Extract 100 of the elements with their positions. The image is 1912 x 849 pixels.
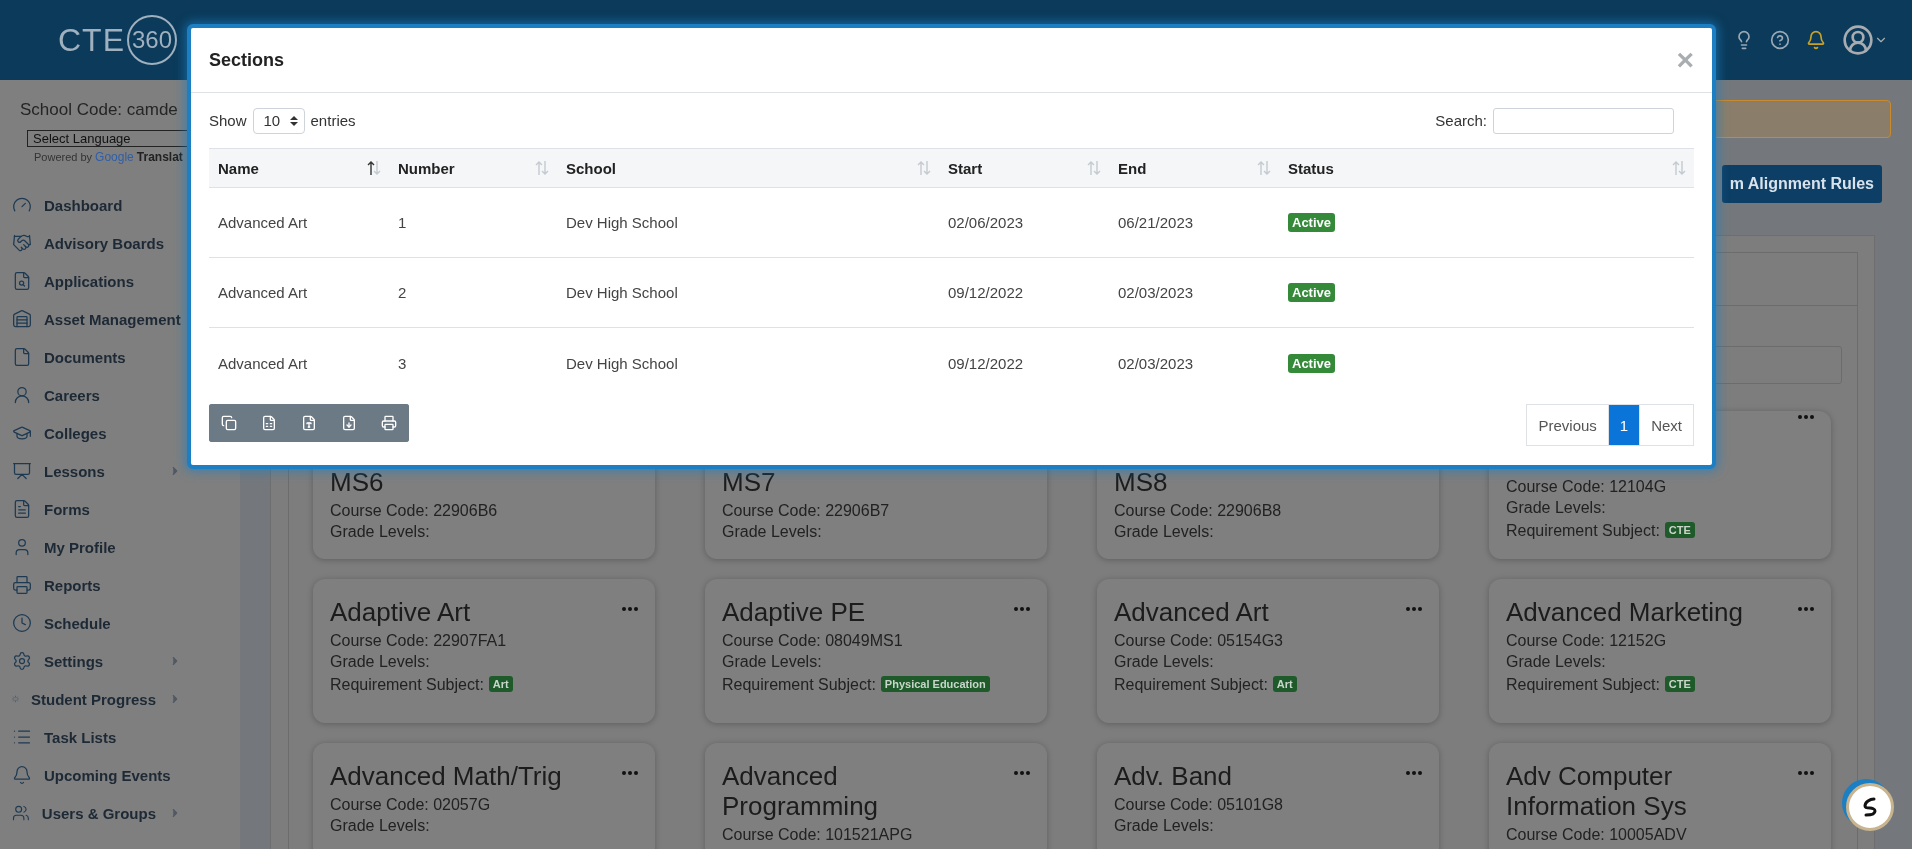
course-code: Course Code: 10005ADV — [1506, 825, 1688, 845]
more-button[interactable] — [622, 771, 638, 775]
notifications-button[interactable] — [1806, 30, 1826, 50]
grade-levels: Grade Levels: — [1114, 816, 1215, 836]
column-header[interactable]: School — [557, 149, 939, 187]
requirement-label: Requirement Subject: — [1114, 674, 1268, 695]
help-widget-button[interactable] — [1846, 783, 1894, 831]
table-cell: 3 — [398, 354, 407, 372]
spreadsheet-icon — [261, 415, 277, 431]
column-header[interactable]: Number — [389, 149, 557, 187]
grade-levels: Grade Levels: — [1114, 652, 1215, 672]
grade-levels: Grade Levels: — [1506, 498, 1607, 518]
course-title: MS7 — [722, 467, 776, 497]
table-cell: 02/06/2023 — [948, 214, 1024, 231]
logo-text: CTE — [58, 21, 125, 59]
translate-link[interactable]: Translat — [136, 150, 183, 164]
grade-levels: Grade Levels: — [722, 522, 823, 542]
help-button[interactable] — [1770, 30, 1790, 50]
nav-item[interactable]: Asset Management — [0, 300, 240, 338]
next-button[interactable]: Next — [1639, 404, 1694, 446]
nav-item[interactable]: Lessons — [0, 452, 240, 490]
form-icon — [12, 499, 32, 519]
course-title: Adaptive PE — [722, 597, 866, 627]
status-tag: Active — [1288, 213, 1336, 232]
previous-button[interactable]: Previous — [1526, 404, 1609, 446]
course-title: Advanced Art — [1114, 597, 1269, 627]
more-button[interactable] — [1406, 607, 1422, 611]
copy-icon — [221, 415, 237, 431]
alignment-rules-button[interactable]: m Alignment Rules — [1721, 165, 1882, 203]
course-title: MS6 — [330, 467, 384, 497]
course-title: Advanced Programming — [722, 761, 880, 821]
table-cell: 09/12/2022 — [948, 284, 1024, 301]
status-tag: Active — [1288, 283, 1336, 302]
course-title: Adv Computer Information Sys — [1506, 761, 1688, 821]
close-button[interactable]: × — [1676, 45, 1694, 75]
course-title: MS8 — [1114, 467, 1168, 497]
more-button[interactable] — [1798, 771, 1814, 775]
bell-icon — [1806, 30, 1826, 50]
google-text: Google — [95, 150, 134, 164]
search-field[interactable] — [1493, 107, 1674, 134]
presentation-icon — [12, 461, 32, 481]
subject-tag: CTE — [1664, 676, 1695, 692]
status-tag: Active — [1288, 353, 1336, 373]
course-title: Advanced Marketing — [1506, 597, 1744, 627]
more-icon — [622, 607, 638, 611]
nav-item[interactable]: Settings — [0, 642, 240, 680]
nav-item[interactable]: Student Progress — [0, 680, 240, 718]
course-title: Adv. Band — [1114, 761, 1233, 791]
dialog-title: Sections — [209, 49, 285, 71]
nav-item[interactable]: Users & Groups — [0, 794, 240, 832]
more-button[interactable] — [1798, 415, 1814, 419]
account-button[interactable] — [1842, 24, 1888, 56]
more-button[interactable] — [1014, 607, 1030, 611]
person-icon — [12, 385, 32, 405]
nav-item[interactable]: Colleges — [0, 414, 240, 452]
grade-levels: Grade Levels: — [330, 652, 431, 672]
avatar-icon — [1842, 24, 1874, 56]
more-icon — [1406, 771, 1422, 775]
course-title: Adaptive Art — [330, 597, 471, 627]
column-header[interactable]: Status — [1279, 149, 1694, 187]
course-code: Course Code: 12104G — [1506, 477, 1668, 497]
more-icon — [1014, 771, 1030, 775]
table-cell: Dev High School — [566, 354, 678, 372]
table-cell: 06/21/2023 — [1118, 214, 1194, 231]
printer-icon — [381, 415, 397, 431]
grade-levels: Grade Levels: — [1506, 652, 1607, 672]
subject-tag: Art — [1272, 676, 1297, 692]
printer-icon — [12, 575, 32, 595]
course-code: Course Code: 22906B7 — [722, 501, 891, 521]
nav-item[interactable]: Schedule — [0, 604, 240, 642]
nav-item[interactable]: My Profile — [0, 528, 240, 566]
file-icon — [341, 415, 357, 431]
nav-item[interactable]: Reports — [0, 566, 240, 604]
course-code: Course Code: 22907FA1 — [330, 631, 508, 651]
file-search-icon — [12, 271, 32, 291]
file-icon — [301, 415, 317, 431]
requirement-label: Requirement Subject: — [1506, 674, 1660, 695]
more-button[interactable] — [1406, 771, 1422, 775]
page-size-select[interactable]: 10 — [252, 107, 305, 134]
column-header[interactable]: Name — [209, 149, 389, 187]
people-icon — [12, 803, 30, 823]
nav-item[interactable]: Forms — [0, 490, 240, 528]
more-button[interactable] — [622, 607, 638, 611]
course-code: Course Code: 08049MS1 — [722, 631, 904, 651]
nav-item[interactable]: Careers — [0, 376, 240, 414]
column-header[interactable]: Start — [939, 149, 1109, 187]
sort-icon[interactable] — [367, 160, 381, 176]
course-code: Course Code: 101521APG — [722, 825, 914, 845]
course-code: Course Code: 05101G8 — [1114, 795, 1284, 815]
more-button[interactable] — [1014, 771, 1030, 775]
subject-tag: Art — [488, 676, 513, 692]
more-button[interactable] — [1798, 607, 1814, 611]
table-cell: Advanced Art — [218, 284, 308, 301]
table-cell: 2 — [398, 284, 407, 301]
column-header[interactable]: End — [1109, 149, 1279, 187]
nav-item[interactable]: Task Lists — [0, 718, 240, 756]
nav-item[interactable]: Upcoming Events — [0, 756, 240, 794]
requirement-label: Requirement Subject: — [1506, 520, 1660, 541]
handshake-icon — [12, 233, 32, 253]
subject-tag: Physical Education — [880, 676, 990, 692]
